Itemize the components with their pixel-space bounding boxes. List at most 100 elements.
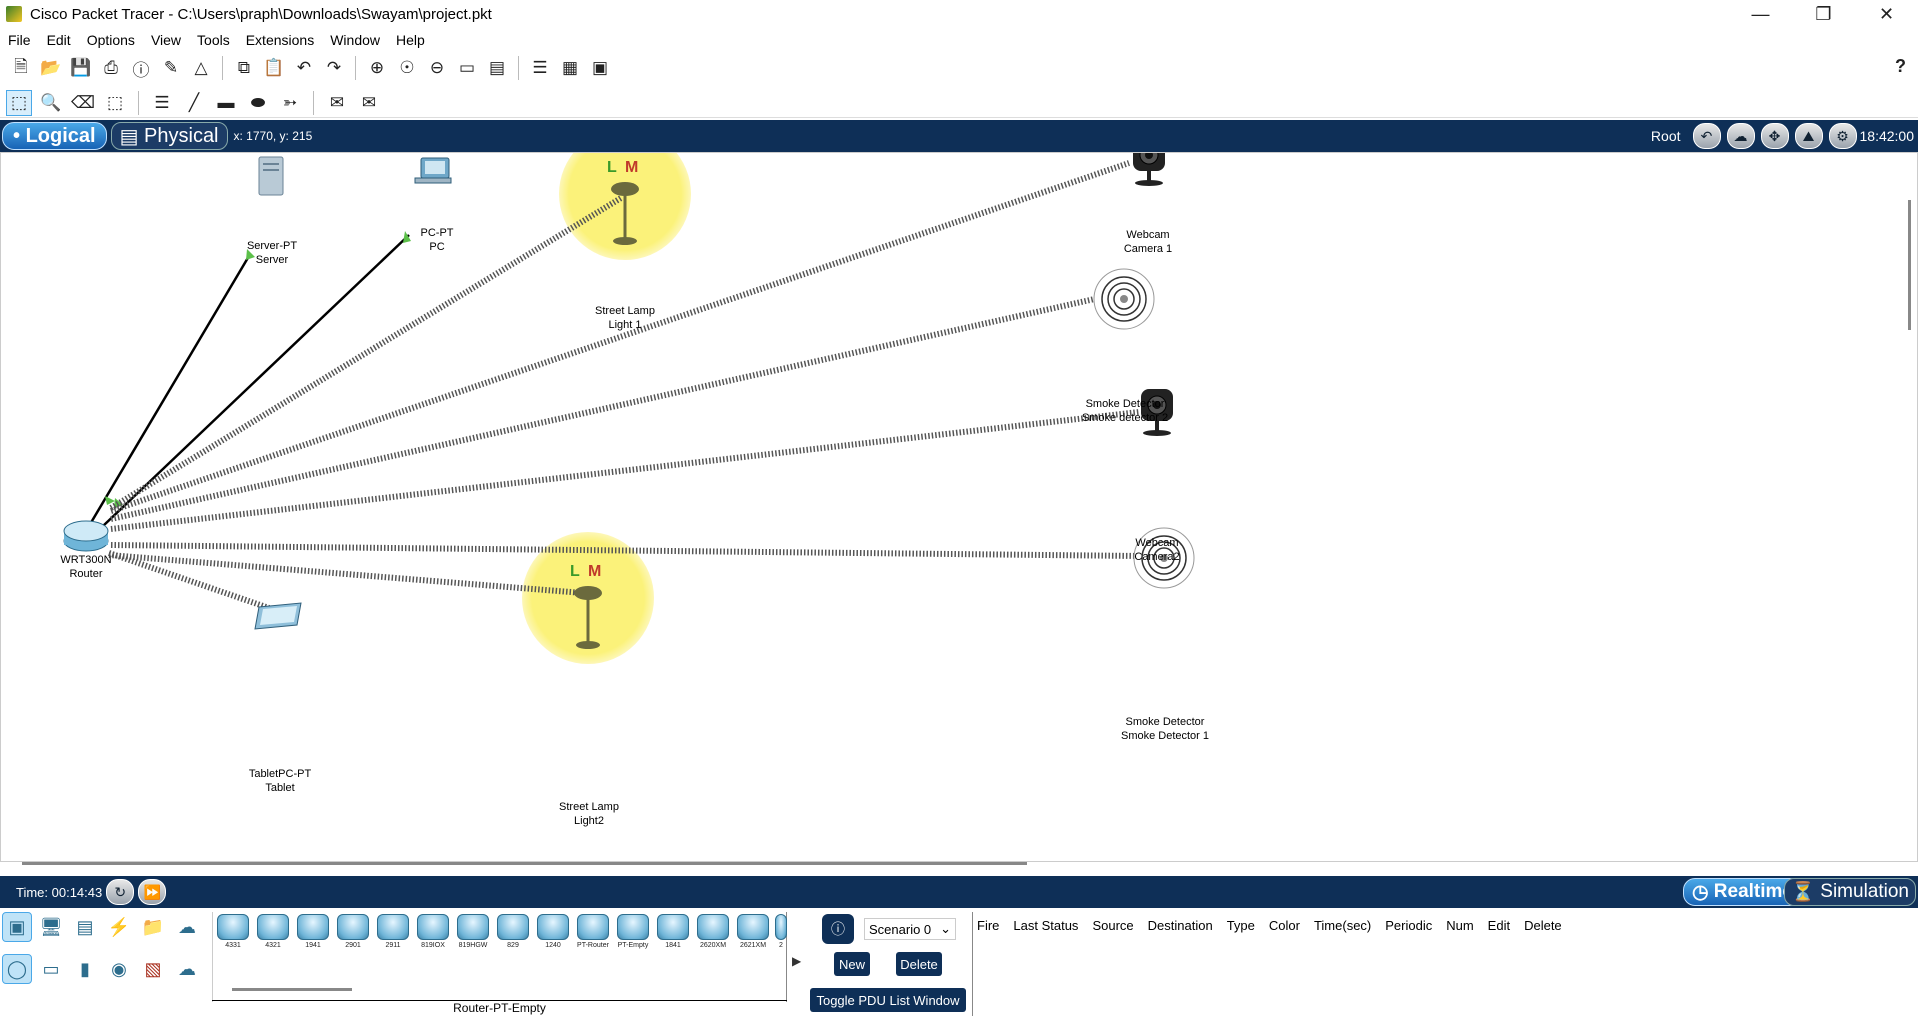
activity-wizard-icon[interactable]: ✎ bbox=[158, 55, 184, 81]
simple-pdu-icon[interactable]: ✉ bbox=[324, 90, 350, 116]
miscellaneous-icon[interactable]: 📁 bbox=[138, 912, 168, 942]
delete-icon[interactable]: ⌫ bbox=[70, 90, 96, 116]
wireless-link-camera2[interactable] bbox=[110, 409, 1140, 532]
save-icon[interactable]: 💾 bbox=[68, 55, 94, 81]
wireless-devices-icon[interactable]: ◉ bbox=[104, 954, 134, 984]
undo-icon[interactable]: ↶ bbox=[291, 55, 317, 81]
select-icon[interactable]: ⬚ bbox=[6, 89, 32, 116]
menu-extensions[interactable]: Extensions bbox=[238, 32, 322, 48]
connections-icon[interactable]: ⚡ bbox=[104, 912, 134, 942]
menu-file[interactable]: File bbox=[0, 32, 39, 48]
menu-options[interactable]: Options bbox=[79, 32, 143, 48]
router-device[interactable] bbox=[63, 520, 109, 552]
link-router-server[interactable] bbox=[87, 255, 251, 527]
back-icon[interactable]: ↶ bbox=[1692, 123, 1721, 149]
maximize-button[interactable]: ❐ bbox=[1792, 0, 1855, 28]
move-object-icon[interactable]: ✥ bbox=[1760, 123, 1789, 149]
horizontal-scrollbar[interactable] bbox=[22, 862, 1027, 865]
wireless-link-lamp2[interactable] bbox=[108, 552, 584, 596]
custom-device-icon[interactable]: ▤ bbox=[484, 55, 510, 81]
freeform-icon[interactable]: ➳ bbox=[277, 90, 303, 116]
place-note-icon[interactable]: ☰ bbox=[149, 90, 175, 116]
tablet-device[interactable] bbox=[254, 602, 302, 630]
tab-simulation[interactable]: ⏳ Simulation bbox=[1784, 878, 1916, 906]
wireless-link-lamp1[interactable] bbox=[109, 195, 623, 511]
model-829[interactable]: 829 bbox=[495, 914, 531, 954]
wan-emulation-icon[interactable]: ☁ bbox=[172, 954, 202, 984]
model-819iox[interactable]: 819IOX bbox=[415, 914, 451, 954]
draw-ellipse-icon[interactable]: ⬬ bbox=[245, 90, 271, 116]
menu-edit[interactable]: Edit bbox=[39, 32, 79, 48]
inspect-icon[interactable]: 🔍 bbox=[38, 90, 64, 116]
power-cycle-icon[interactable]: ↻ bbox=[106, 879, 135, 905]
notes-icon[interactable]: ☰ bbox=[527, 55, 553, 81]
delete-scenario-button[interactable]: Delete bbox=[896, 952, 942, 976]
drawing-palette-icon[interactable]: ▭ bbox=[454, 55, 480, 81]
smoke2-device[interactable] bbox=[1093, 268, 1155, 330]
background-image-icon[interactable]: ⛰ bbox=[1794, 123, 1823, 149]
model-4331[interactable]: 4331 bbox=[215, 914, 251, 954]
menu-view[interactable]: View bbox=[143, 32, 189, 48]
new-file-icon[interactable]: 🗎 bbox=[8, 55, 34, 81]
paste-icon[interactable]: 📋 bbox=[261, 55, 287, 81]
routers-icon[interactable]: ◯ bbox=[2, 954, 32, 984]
model-2621xm[interactable]: 2621XM bbox=[735, 914, 771, 954]
new-scenario-button[interactable]: New bbox=[834, 952, 870, 976]
model-2911[interactable]: 2911 bbox=[375, 914, 411, 954]
model-1240[interactable]: 1240 bbox=[535, 914, 571, 954]
scenario-select[interactable]: Scenario 0 ⌄ bbox=[864, 918, 956, 940]
model-819hgw[interactable]: 819HGW bbox=[455, 914, 491, 954]
close-button[interactable]: ✕ bbox=[1855, 0, 1918, 28]
info-icon[interactable]: ⓘ bbox=[128, 55, 154, 81]
draw-rectangle-icon[interactable]: ▬ bbox=[213, 90, 239, 116]
redo-icon[interactable]: ↷ bbox=[321, 55, 347, 81]
components-icon[interactable]: ▤ bbox=[70, 912, 100, 942]
toggle-pdu-list-button[interactable]: Toggle PDU List Window bbox=[810, 988, 966, 1012]
switches-icon[interactable]: ▭ bbox=[36, 954, 66, 984]
model-partial[interactable]: 2 bbox=[775, 914, 787, 954]
expand-arrow-icon[interactable]: ▶ bbox=[792, 954, 801, 968]
model-pt-router[interactable]: PT-Router bbox=[575, 914, 611, 954]
model-1841[interactable]: 1841 bbox=[655, 914, 691, 954]
menu-help[interactable]: Help bbox=[388, 32, 433, 48]
wireless-link-tablet[interactable] bbox=[108, 550, 270, 611]
hubs-icon[interactable]: ▮ bbox=[70, 954, 100, 984]
end-devices-icon[interactable]: 🖥 bbox=[36, 912, 66, 942]
model-pt-empty[interactable]: PT-Empty bbox=[615, 914, 651, 954]
help-icon[interactable]: ? bbox=[1895, 56, 1906, 77]
draw-line-icon[interactable]: ╱ bbox=[181, 90, 207, 116]
menu-tools[interactable]: Tools bbox=[189, 32, 238, 48]
resize-shape-icon[interactable]: ⬚ bbox=[102, 90, 128, 116]
network-info-icon[interactable]: △ bbox=[188, 55, 214, 81]
info-icon[interactable]: ⓘ bbox=[822, 914, 854, 944]
server-device[interactable] bbox=[258, 156, 284, 196]
fast-forward-icon[interactable]: ⏩ bbox=[138, 879, 167, 905]
model-2620xm[interactable]: 2620XM bbox=[695, 914, 731, 954]
model-4321[interactable]: 4321 bbox=[255, 914, 291, 954]
complex-pdu-icon[interactable]: ✉ bbox=[356, 90, 382, 116]
viewport-icon[interactable]: ▦ bbox=[557, 55, 583, 81]
clock-icon[interactable]: ⚙ bbox=[1828, 123, 1857, 149]
model-2901[interactable]: 2901 bbox=[335, 914, 371, 954]
model-1941[interactable]: 1941 bbox=[295, 914, 331, 954]
print-icon[interactable]: ⎙ bbox=[98, 55, 124, 81]
zoom-in-icon[interactable]: ⊕ bbox=[364, 55, 390, 81]
tab-physical[interactable]: ▤ Physical bbox=[110, 122, 228, 150]
tab-logical[interactable]: • Logical bbox=[2, 122, 107, 150]
webcam1-device[interactable] bbox=[1133, 153, 1165, 186]
zoom-reset-icon[interactable]: ☉ bbox=[394, 55, 420, 81]
pc-device[interactable] bbox=[414, 157, 452, 184]
minimize-button[interactable]: — bbox=[1729, 0, 1792, 28]
device-list-scrollbar[interactable] bbox=[232, 988, 352, 991]
network-devices-icon[interactable]: ▣ bbox=[2, 912, 32, 942]
open-folder-icon[interactable]: 📂 bbox=[38, 55, 64, 81]
security-icon[interactable]: ▧ bbox=[138, 954, 168, 984]
zoom-out-icon[interactable]: ⊖ bbox=[424, 55, 450, 81]
cluster-icon[interactable]: ☁ bbox=[1726, 123, 1755, 149]
menu-window[interactable]: Window bbox=[322, 32, 388, 48]
logical-workspace[interactable]: L M L M Server-PT Server PC-PT PC Street… bbox=[0, 152, 1918, 862]
copy-icon[interactable]: ⧉ bbox=[231, 55, 257, 81]
multiuser-icon[interactable]: ☁ bbox=[172, 912, 202, 942]
screenshot-icon[interactable]: ▣ bbox=[587, 55, 613, 81]
vertical-scrollbar[interactable] bbox=[1908, 200, 1911, 330]
